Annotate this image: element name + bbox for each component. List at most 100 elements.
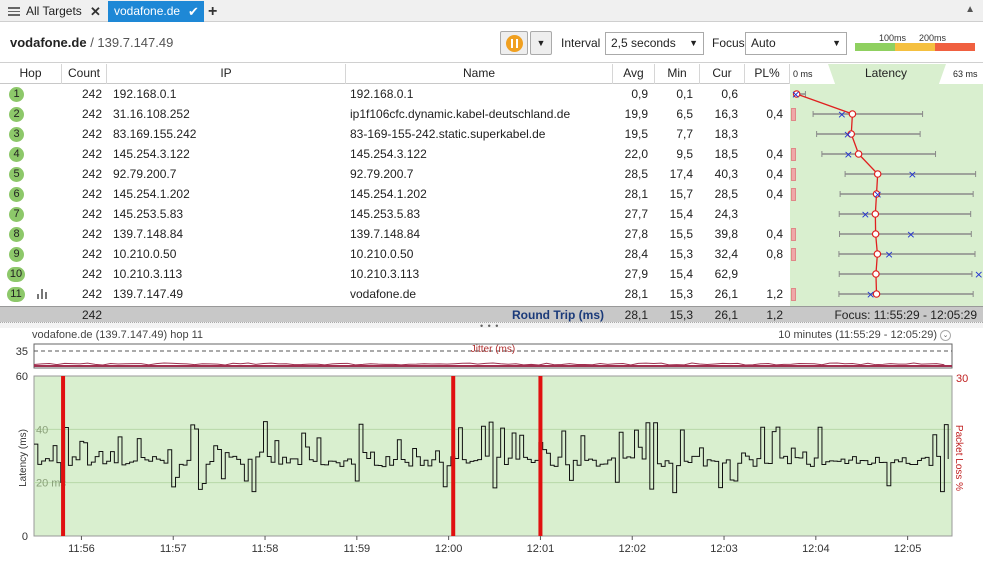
table-row[interactable]: 10 242 10.210.3.113 10.210.3.113 27,9 15,4 62,… [0,264,790,284]
x-tick-label: 12:03 [710,543,738,555]
table-row[interactable]: 1 242 192.168.0.1 192.168.0.1 0,9 0,1 0,6 [0,84,790,104]
add-tab-icon[interactable]: + [206,1,222,22]
footer-cur: 26,1 [714,308,738,322]
count-cell: 242 [81,127,102,141]
col-ip[interactable]: IP [107,64,346,84]
name-cell: vodafone.de [350,287,417,301]
toolbar: vodafone.de / 139.7.147.49 ▼ Interval 2,… [0,23,983,63]
name-cell: 145.254.3.122 [350,147,427,161]
target-host: vodafone.de [10,35,87,50]
min-cell: 15,3 [669,287,693,301]
y-tick-label: 60 [16,371,28,383]
table-row[interactable]: 2 242 31.16.108.252 ip1f106cfc.dynamic.kabe… [0,104,796,124]
avg-latency-point [854,150,863,158]
ip-cell: 139.7.147.49 [113,287,184,301]
footer-label: Round Trip (ms) [512,308,604,322]
footer-count: 242 [81,308,102,322]
pause-dropdown-button[interactable]: ▼ [530,31,552,55]
name-cell: 10.210.0.50 [350,247,414,261]
table-row[interactable]: 5 242 92.79.200.7 92.79.200.7 28,5 17,4 40,3 0,… [0,164,796,184]
count-cell: 242 [81,187,102,201]
pause-button[interactable] [500,31,528,55]
current-latency-marker: × [974,268,983,281]
col-min[interactable]: Min [655,64,700,84]
cur-cell: 0,6 [721,87,738,101]
interval-select[interactable]: 2,5 seconds ▼ [605,32,704,55]
tab-all-targets[interactable]: All Targets ✕ [2,1,106,22]
col-latency[interactable]: Latency [846,64,926,82]
y-tick-label: 40 [36,424,48,436]
hop-number-badge: 8 [9,227,24,242]
col-avg[interactable]: Avg [613,64,655,84]
focus-select[interactable]: Auto ▼ [745,32,847,55]
avg-latency-point [873,170,882,178]
cur-cell: 39,8 [714,227,738,241]
current-latency-marker: × [843,128,852,141]
count-cell: 242 [81,227,102,241]
current-latency-marker: × [885,248,894,261]
table-row[interactable]: 11 242 139.7.147.49 vodafone.de 28,1 15,3 26,1… [0,284,796,304]
col-name[interactable]: Name [346,64,613,84]
col-cur[interactable]: Cur [700,64,745,84]
graph-icon[interactable] [37,289,49,299]
x-tick-label: 11:59 [343,543,370,555]
hop-number-badge: 1 [9,87,24,102]
current-latency-marker: × [837,108,846,121]
chevron-down-icon: ▼ [689,38,698,48]
ip-cell: 192.168.0.1 [113,87,177,101]
cur-cell: 40,3 [714,167,738,181]
ip-cell: 31.16.108.252 [113,107,190,121]
cur-cell: 16,3 [714,107,738,121]
avg-cell: 27,7 [624,207,648,221]
col-pl[interactable]: PL% [745,64,790,84]
target-title: vodafone.de / 139.7.147.49 [10,35,173,50]
avg-latency-point [871,230,880,238]
avg-cell: 19,9 [624,107,648,121]
table-row[interactable]: 9 242 10.210.0.50 10.210.0.50 28,4 15,3 32,4 0,… [0,244,796,264]
jitter-max-label: 35 [16,346,28,358]
avg-cell: 27,8 [624,227,648,241]
ip-cell: 10.210.0.50 [113,247,177,261]
pl-cell: 0,4 [766,227,783,241]
ip-cell: 10.210.3.113 [113,267,183,281]
table-row[interactable]: 8 242 139.7.148.84 139.7.148.84 27,8 15,5 39,8… [0,224,796,244]
avg-cell: 19,5 [624,127,648,141]
table-row[interactable]: 6 242 145.254.1.202 145.254.1.202 28,1 15,7 28… [0,184,796,204]
name-cell: 83-169-155-242.static.superkabel.de [350,127,546,141]
name-cell: ip1f106cfc.dynamic.kabel-deutschland.de [350,107,571,121]
count-cell: 242 [81,207,102,221]
close-icon[interactable]: ✕ [90,1,101,22]
avg-cell: 28,5 [624,167,648,181]
hop-number-badge: 10 [7,267,25,282]
pl-cell [745,84,783,104]
current-latency-marker: × [908,168,917,181]
avg-latency-point [848,110,857,118]
count-cell: 242 [81,247,102,261]
focus-label: Focus [712,36,745,50]
pl-cell: 0,4 [766,167,783,181]
hop-number-badge: 6 [9,187,24,202]
name-cell: 145.254.1.202 [350,187,427,201]
col-count[interactable]: Count [62,64,107,84]
count-cell: 242 [81,107,102,121]
table-row[interactable]: 7 242 145.253.5.83 145.253.5.83 27,7 15,4 24,3 [0,204,790,224]
min-cell: 15,5 [669,227,693,241]
x-tick-label: 12:01 [527,543,555,555]
ip-cell: 145.254.3.122 [113,147,190,161]
min-cell: 15,4 [669,207,693,221]
col-hop[interactable]: Hop [0,64,62,84]
menu-icon [8,7,20,16]
table-row[interactable]: 3 242 83.169.155.242 83-169-155-242.static.… [0,124,790,144]
table-row[interactable]: 4 242 145.254.3.122 145.254.3.122 22,0 9,5 18,… [0,144,796,164]
min-cell: 15,4 [669,267,693,281]
pl-cell: 1,2 [766,287,783,301]
pl-cell: 0,4 [766,107,783,121]
min-cell: 15,3 [669,247,693,261]
x-tick-label: 11:58 [252,543,279,555]
y-tick-label: 0 [22,531,28,543]
target-ip: / 139.7.147.49 [90,35,174,50]
tab-vodafone[interactable]: vodafone.de ✔ [108,1,204,22]
packet-loss-marker [61,376,66,536]
collapse-icon[interactable]: ▲ [965,4,975,15]
cur-cell: 26,1 [714,287,738,301]
